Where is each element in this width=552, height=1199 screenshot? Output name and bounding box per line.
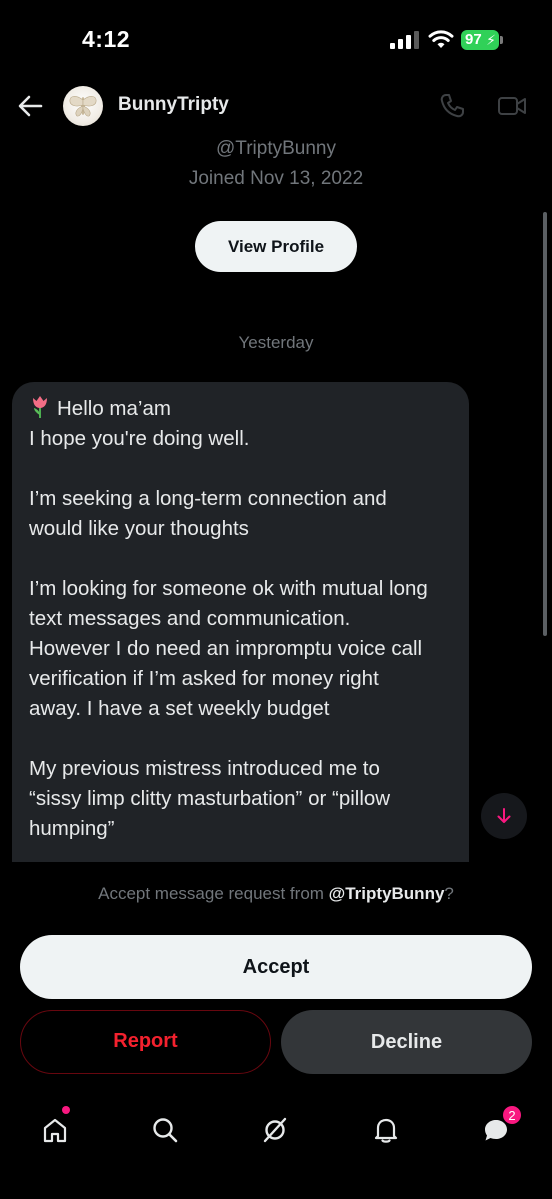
video-call-icon[interactable] bbox=[497, 94, 527, 118]
report-button[interactable]: Report bbox=[20, 1010, 271, 1074]
phone-call-icon[interactable] bbox=[438, 92, 466, 120]
wifi-icon bbox=[428, 30, 454, 48]
message-line: I hope you're doing well. bbox=[29, 427, 250, 450]
back-arrow-icon[interactable] bbox=[16, 92, 44, 120]
cellular-signal-icon bbox=[390, 31, 419, 49]
status-time: 4:12 bbox=[82, 26, 131, 52]
message-line bbox=[29, 544, 455, 574]
messages-count-badge: 2 bbox=[502, 1105, 522, 1125]
grok-icon bbox=[263, 1117, 287, 1143]
scrollbar[interactable] bbox=[543, 212, 547, 636]
tab-home[interactable] bbox=[35, 1110, 75, 1150]
header-display-name[interactable]: BunnyTripty bbox=[118, 94, 229, 116]
message-line: verification if I’m asked for money righ… bbox=[29, 667, 379, 690]
request-prompt: Accept message request from @TriptyBunny… bbox=[98, 884, 454, 903]
tab-grok[interactable] bbox=[255, 1110, 295, 1150]
tab-notifications[interactable] bbox=[366, 1110, 406, 1150]
message-line bbox=[29, 454, 455, 484]
message-line: away. I have a set weekly budget bbox=[29, 697, 330, 720]
message-request-panel: Accept message request from @TriptyBunny… bbox=[0, 862, 552, 1098]
scroll-to-bottom-button[interactable] bbox=[481, 793, 527, 839]
request-handle-link[interactable]: @TriptyBunny bbox=[329, 884, 445, 903]
arrow-down-icon bbox=[497, 808, 511, 823]
message-line bbox=[29, 724, 455, 754]
tab-search[interactable] bbox=[145, 1110, 185, 1150]
status-bar: 4:12 97 ⚡ bbox=[0, 0, 552, 80]
home-notification-dot bbox=[62, 1106, 70, 1114]
decline-button[interactable]: Decline bbox=[281, 1010, 532, 1074]
date-separator: Yesterday bbox=[238, 333, 314, 352]
accept-button[interactable]: Accept bbox=[20, 935, 532, 999]
message-line: text messages and communication. bbox=[29, 607, 351, 630]
search-icon bbox=[153, 1118, 178, 1143]
message-line: would like your thoughts bbox=[29, 517, 249, 540]
battery-level: 97 bbox=[465, 31, 482, 48]
tulip-emoji-icon bbox=[33, 396, 47, 418]
joined-date: Joined Nov 13, 2022 bbox=[188, 168, 364, 189]
bottom-tab-bar bbox=[0, 1098, 552, 1199]
profile-handle: @TriptyBunny bbox=[216, 138, 336, 159]
message-bubble[interactable]: Hello ma’am I hope you're doing well. I’… bbox=[12, 382, 469, 882]
message-line: “sissy limp clitty masturbation” or “pil… bbox=[29, 787, 391, 810]
avatar[interactable] bbox=[63, 86, 103, 126]
charging-bolt-icon: ⚡ bbox=[486, 32, 496, 48]
moth-logo-icon bbox=[69, 96, 97, 117]
message-line: I’m seeking a long-term connection and bbox=[29, 487, 387, 510]
message-line: However I do need an impromptu voice cal… bbox=[29, 637, 423, 660]
home-icon bbox=[43, 1118, 67, 1143]
battery-indicator: 97 ⚡ bbox=[461, 30, 503, 50]
message-line: My previous mistress introduced me to bbox=[29, 757, 380, 780]
message-line: Hello ma’am bbox=[29, 394, 455, 424]
dm-screen: 4:12 97 ⚡ BunnyTripty @TriptyBunny Joine… bbox=[0, 0, 552, 1199]
conversation-header: BunnyTripty bbox=[0, 80, 552, 132]
message-line: I’m looking for someone ok with mutual l… bbox=[29, 577, 428, 600]
message-line: humping” bbox=[29, 817, 115, 840]
view-profile-button[interactable]: View Profile bbox=[195, 221, 357, 272]
notifications-icon bbox=[374, 1118, 398, 1143]
